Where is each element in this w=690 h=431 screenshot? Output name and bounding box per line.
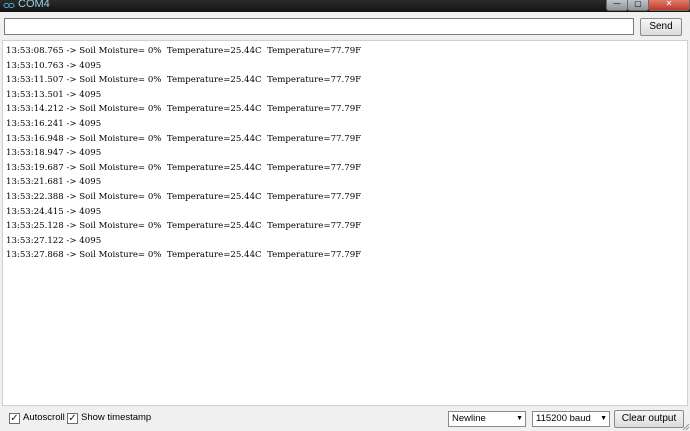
output-line: 13:53:27.868 -> Soil Moisture= 0% Temper… xyxy=(6,250,362,261)
send-row: Send xyxy=(0,12,690,40)
output-line: 13:53:24.415 -> 4095 xyxy=(6,206,102,217)
line-ending-value: Newline xyxy=(452,413,486,424)
chevron-down-icon: ▼ xyxy=(600,415,607,422)
autoscroll-checkbox[interactable]: ✓ xyxy=(9,413,20,424)
send-button[interactable]: Send xyxy=(640,18,682,36)
title-bar: COM4 — ▢ ✕ xyxy=(0,0,690,12)
show-timestamp-checkbox[interactable]: ✓ xyxy=(67,413,78,424)
output-line: 13:53:10.763 -> 4095 xyxy=(6,60,102,71)
close-button[interactable]: ✕ xyxy=(648,0,690,11)
minimize-button[interactable]: — xyxy=(606,0,628,11)
send-input[interactable] xyxy=(4,18,634,35)
window-title: COM4 xyxy=(18,0,50,10)
output-line: 13:53:14.212 -> Soil Moisture= 0% Temper… xyxy=(6,104,362,115)
output-line: 13:53:16.241 -> 4095 xyxy=(6,118,102,129)
baud-rate-value: 115200 baud xyxy=(536,413,591,424)
output-line: 13:53:11.507 -> Soil Moisture= 0% Temper… xyxy=(6,75,362,86)
output-line: 13:53:18.947 -> 4095 xyxy=(6,148,102,159)
line-ending-select[interactable]: Newline ▼ xyxy=(448,411,526,427)
output-line: 13:53:08.765 -> Soil Moisture= 0% Temper… xyxy=(6,46,362,56)
autoscroll-label: Autoscroll xyxy=(23,412,65,423)
maximize-button[interactable]: ▢ xyxy=(627,0,649,11)
checkmark-icon: ✓ xyxy=(68,413,77,424)
clear-output-button[interactable]: Clear output xyxy=(614,410,684,428)
output-line: 13:53:25.128 -> Soil Moisture= 0% Temper… xyxy=(6,221,362,232)
checkmark-icon: ✓ xyxy=(10,413,19,424)
output-line: 13:53:22.388 -> Soil Moisture= 0% Temper… xyxy=(6,191,362,202)
output-line: 13:53:16.948 -> Soil Moisture= 0% Temper… xyxy=(6,133,362,144)
chevron-down-icon: ▼ xyxy=(516,415,523,422)
serial-output-area[interactable]: 13:53:08.765 -> Soil Moisture= 0% Temper… xyxy=(2,40,688,406)
resize-grip-icon[interactable] xyxy=(682,423,690,431)
show-timestamp-label: Show timestamp xyxy=(81,412,152,423)
output-line: 13:53:21.681 -> 4095 xyxy=(6,177,102,188)
status-bar: ✓ Autoscroll ✓ Show timestamp Newline ▼ … xyxy=(0,407,690,431)
output-line: 13:53:13.501 -> 4095 xyxy=(6,89,102,100)
arduino-logo-icon xyxy=(3,2,15,9)
baud-rate-select[interactable]: 115200 baud ▼ xyxy=(532,411,610,427)
output-line: 13:53:19.687 -> Soil Moisture= 0% Temper… xyxy=(6,162,362,173)
output-line: 13:53:27.122 -> 4095 xyxy=(6,235,102,246)
